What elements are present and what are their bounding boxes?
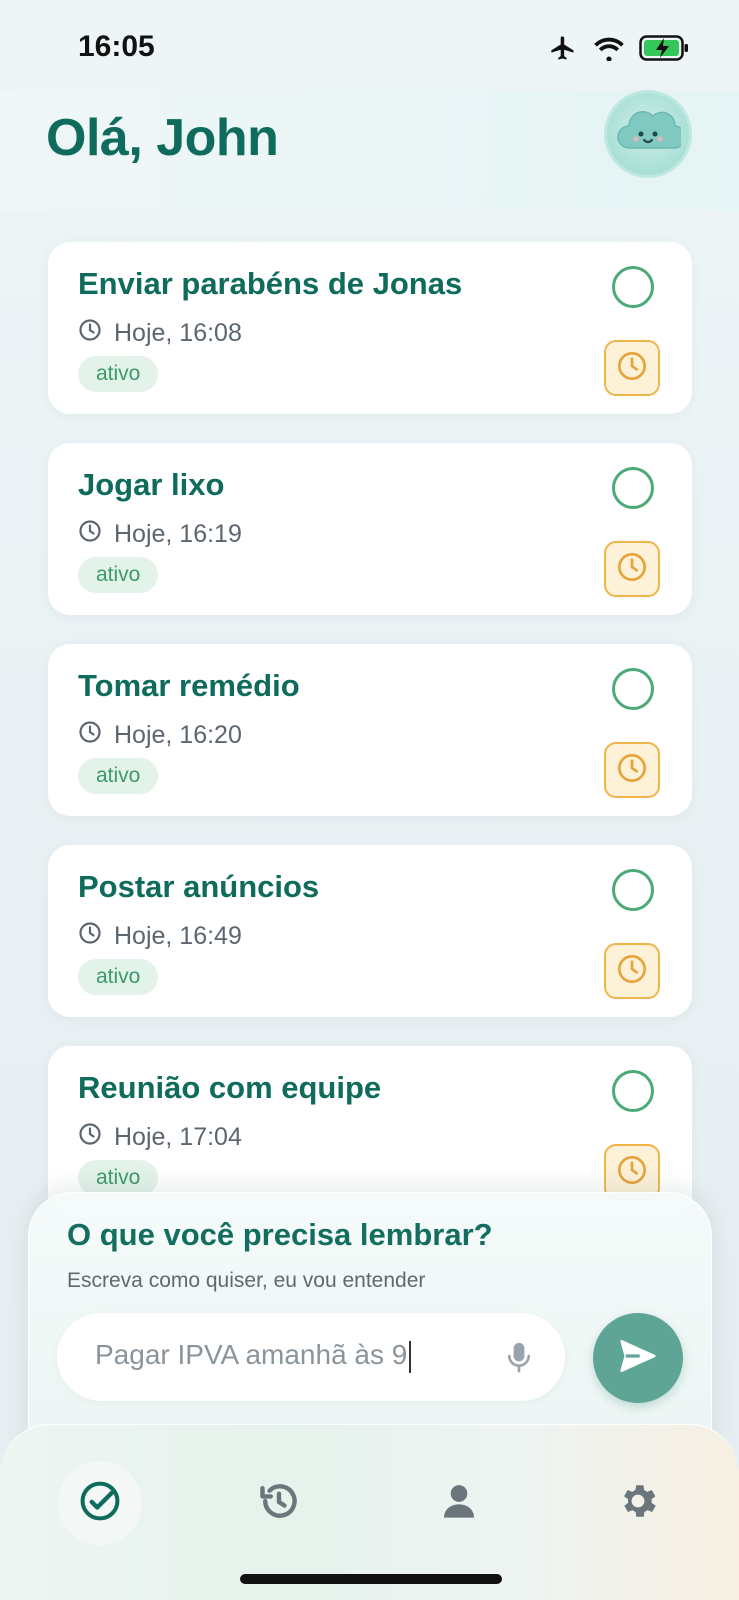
clock-icon	[616, 1154, 648, 1191]
reminder-time: Hoje, 16:20	[78, 720, 242, 751]
wifi-icon	[593, 35, 625, 66]
send-button[interactable]	[593, 1313, 683, 1403]
home-indicator[interactable]	[240, 1574, 502, 1584]
reminder-title: Tomar remédio	[78, 668, 300, 703]
nav-reminders[interactable]	[58, 1461, 142, 1545]
complete-checkbox[interactable]	[612, 668, 654, 710]
check-circle-icon	[78, 1479, 122, 1528]
complete-checkbox[interactable]	[612, 266, 654, 308]
reminder-card[interactable]: Enviar parabéns de Jonas Hoje, 16:08 ati…	[48, 242, 692, 414]
airplane-icon	[547, 34, 579, 67]
clock-icon	[78, 519, 102, 550]
status-badge: ativo	[78, 356, 159, 392]
gear-icon	[616, 1479, 660, 1528]
complete-checkbox[interactable]	[612, 467, 654, 509]
reminder-time: Hoje, 16:08	[78, 318, 242, 349]
complete-checkbox[interactable]	[612, 869, 654, 911]
complete-checkbox[interactable]	[612, 1070, 654, 1112]
composer-title: O que você precisa lembrar?	[67, 1217, 493, 1252]
battery-charging-icon	[639, 35, 689, 66]
reminder-title: Reunião com equipe	[78, 1070, 382, 1105]
reminder-title: Enviar parabéns de Jonas	[78, 266, 463, 301]
reminder-time: Hoje, 16:19	[78, 519, 242, 550]
clock-icon	[616, 953, 648, 990]
status-icons	[547, 34, 689, 67]
reminder-time: Hoje, 17:04	[78, 1122, 242, 1153]
clock-icon	[78, 318, 102, 349]
reminder-time: Hoje, 16:49	[78, 921, 242, 952]
composer-subtitle: Escreva como quiser, eu vou entender	[67, 1269, 426, 1292]
clock-icon	[78, 921, 102, 952]
snooze-button[interactable]	[604, 541, 660, 597]
reminder-title: Postar anúncios	[78, 869, 320, 904]
reminder-time-text: Hoje, 16:49	[114, 922, 242, 950]
nav-profile[interactable]	[417, 1461, 501, 1545]
clock-icon	[616, 350, 648, 387]
clock-icon	[78, 720, 102, 751]
clock-icon	[78, 1122, 102, 1153]
snooze-button[interactable]	[604, 742, 660, 798]
status-bar: 16:05	[0, 0, 739, 90]
avatar[interactable]	[604, 90, 692, 178]
history-icon	[257, 1479, 301, 1528]
nav-history[interactable]	[237, 1461, 321, 1545]
status-badge: ativo	[78, 758, 159, 794]
status-badge: ativo	[78, 959, 159, 995]
reminder-time-text: Hoje, 17:04	[114, 1123, 242, 1151]
snooze-button[interactable]	[604, 943, 660, 999]
reminder-composer: O que você precisa lembrar? Escreva como…	[28, 1192, 712, 1452]
clock-icon	[616, 551, 648, 588]
reminder-time-text: Hoje, 16:20	[114, 721, 242, 749]
reminder-input-text[interactable]: Pagar IPVA amanhã às 9	[95, 1339, 412, 1373]
reminder-input[interactable]: Pagar IPVA amanhã às 9	[57, 1313, 565, 1401]
microphone-icon[interactable]	[499, 1337, 539, 1377]
reminder-time-text: Hoje, 16:08	[114, 319, 242, 347]
send-icon	[618, 1338, 658, 1379]
cloud-mascot-icon	[615, 106, 686, 163]
nav-settings[interactable]	[596, 1461, 680, 1545]
reminder-card[interactable]: Tomar remédio Hoje, 16:20 ativo	[48, 644, 692, 816]
reminder-card[interactable]: Jogar lixo Hoje, 16:19 ativo	[48, 443, 692, 615]
greeting-title: Olá, John	[46, 109, 279, 167]
reminder-card[interactable]: Postar anúncios Hoje, 16:49 ativo	[48, 845, 692, 1017]
reminder-title: Jogar lixo	[78, 467, 225, 502]
snooze-button[interactable]	[604, 340, 660, 396]
reminder-time-text: Hoje, 16:19	[114, 520, 242, 548]
header: Olá, John	[0, 90, 739, 210]
status-badge: ativo	[78, 557, 159, 593]
person-icon	[439, 1481, 479, 1526]
status-time: 16:05	[78, 30, 155, 63]
clock-icon	[616, 752, 648, 789]
status-badge: ativo	[78, 1160, 159, 1196]
